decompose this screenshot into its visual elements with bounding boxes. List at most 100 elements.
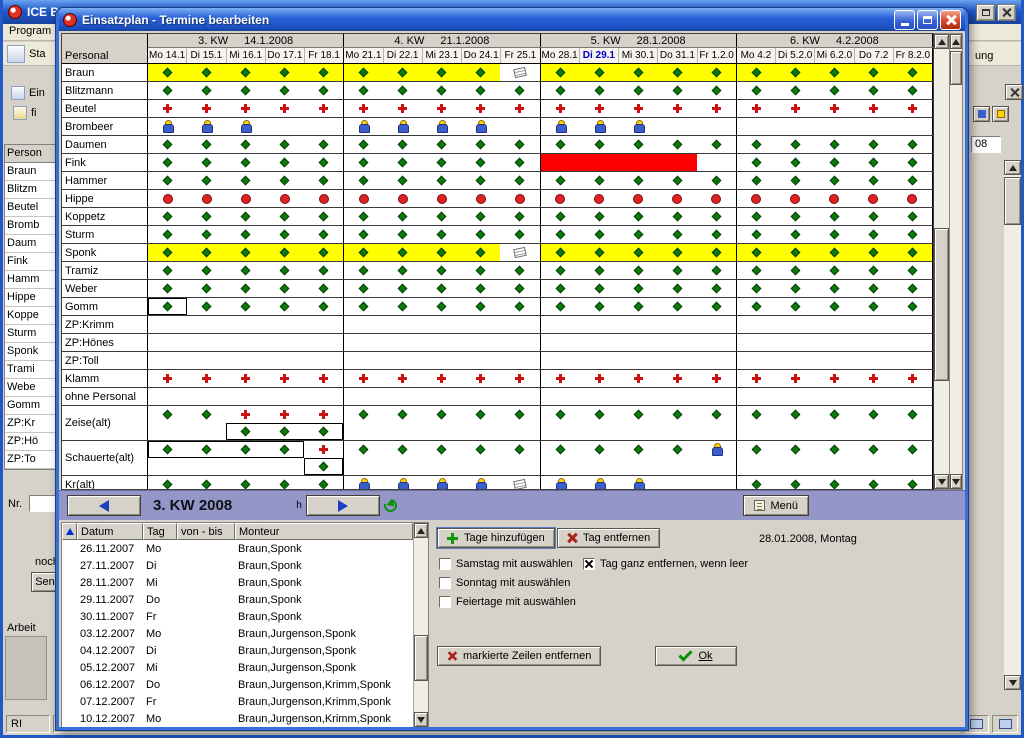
previous-week-button[interactable] — [67, 495, 141, 516]
grid-cell[interactable] — [148, 298, 187, 315]
grid-cell[interactable] — [658, 388, 697, 405]
scrollbar-trough[interactable] — [1004, 175, 1021, 675]
grid-cell[interactable] — [541, 136, 580, 153]
appointment-row[interactable]: 07.12.2007FrBraun,Jurgenson,Krimm,Sponk — [62, 693, 413, 710]
grid-cell[interactable] — [893, 423, 932, 440]
grid-cell[interactable] — [697, 190, 736, 207]
grid-cell[interactable] — [854, 64, 893, 81]
grid-cell[interactable] — [776, 82, 815, 99]
grid-cell[interactable] — [697, 316, 736, 333]
grid-cell[interactable] — [815, 298, 854, 315]
grid-cell[interactable] — [854, 334, 893, 351]
grid-cell[interactable] — [580, 458, 619, 475]
grid-cell[interactable] — [422, 172, 461, 189]
grid-cell[interactable] — [304, 406, 343, 423]
grid-cell[interactable] — [658, 190, 697, 207]
grid-cell[interactable] — [854, 441, 893, 458]
grid-cell[interactable] — [226, 370, 265, 387]
grid-cell[interactable] — [580, 441, 619, 458]
grid-cell[interactable] — [580, 82, 619, 99]
grid-cell[interactable] — [344, 388, 383, 405]
grid-vertical-scrollbar[interactable] — [934, 33, 950, 490]
grid-cell[interactable] — [226, 262, 265, 279]
grid-cell[interactable] — [658, 154, 697, 171]
grid-cell[interactable] — [619, 136, 658, 153]
grid-cell[interactable] — [893, 226, 932, 243]
grid-cell[interactable] — [461, 154, 500, 171]
day-header[interactable]: Do 24.1 — [461, 48, 500, 63]
grid-cell[interactable] — [148, 172, 187, 189]
grid-cell[interactable] — [304, 226, 343, 243]
grid-cell[interactable] — [541, 208, 580, 225]
grid-cell[interactable] — [580, 190, 619, 207]
grid-cell[interactable] — [500, 370, 539, 387]
grid-cell[interactable] — [461, 226, 500, 243]
grid-cell[interactable] — [893, 316, 932, 333]
grid-cell[interactable] — [265, 154, 304, 171]
grid-cell[interactable] — [461, 388, 500, 405]
personnel-row-label[interactable]: Fink — [62, 154, 148, 171]
day-header[interactable]: Fr 25.1 — [500, 48, 539, 63]
grid-cell[interactable] — [383, 476, 422, 489]
grid-cell[interactable] — [619, 190, 658, 207]
grid-cell[interactable] — [226, 316, 265, 333]
grid-cell[interactable] — [265, 118, 304, 135]
tab-einsatz[interactable]: Ein — [11, 86, 45, 100]
grid-cell[interactable] — [344, 316, 383, 333]
grid-cell[interactable] — [265, 370, 304, 387]
grid-cell[interactable] — [815, 280, 854, 297]
grid-cell[interactable] — [854, 154, 893, 171]
grid-cell[interactable] — [541, 370, 580, 387]
grid-cell[interactable] — [265, 244, 304, 261]
checkbox-tag-ganz-entfernen[interactable]: Tag ganz entfernen, wenn leer — [583, 558, 748, 570]
grid-cell[interactable] — [737, 244, 776, 261]
grid-cell[interactable] — [304, 352, 343, 369]
grid-cell[interactable] — [226, 476, 265, 489]
day-header[interactable]: Fr 8.2.0 — [893, 48, 932, 63]
grid-cell[interactable] — [893, 100, 932, 117]
grid-cell[interactable] — [815, 458, 854, 475]
grid-cell[interactable] — [776, 441, 815, 458]
grid-cell[interactable] — [383, 352, 422, 369]
grid-cell[interactable] — [148, 226, 187, 243]
personnel-row-label[interactable]: Brombeer — [62, 118, 148, 135]
grid-cell[interactable] — [776, 190, 815, 207]
grid-cell[interactable] — [776, 172, 815, 189]
grid-cell[interactable] — [854, 118, 893, 135]
grid-cell[interactable] — [580, 334, 619, 351]
grid-cell[interactable] — [541, 154, 580, 171]
grid-cell[interactable] — [580, 208, 619, 225]
grid-cell[interactable] — [383, 244, 422, 261]
grid-cell[interactable] — [541, 190, 580, 207]
grid-cell[interactable] — [619, 334, 658, 351]
grid-cell[interactable] — [422, 298, 461, 315]
grid-cell[interactable] — [226, 458, 265, 475]
personnel-row-label[interactable]: Hammer — [62, 172, 148, 189]
grid-cell[interactable] — [265, 136, 304, 153]
grid-cell[interactable] — [697, 226, 736, 243]
grid-cell[interactable] — [148, 476, 187, 489]
grid-cell[interactable] — [893, 190, 932, 207]
ok-button[interactable]: Ok — [655, 646, 737, 666]
personnel-row-label[interactable]: Beutel — [62, 100, 148, 117]
grid-cell[interactable] — [226, 352, 265, 369]
grid-cell[interactable] — [619, 352, 658, 369]
grid-cell[interactable] — [500, 262, 539, 279]
grid-cell[interactable] — [737, 82, 776, 99]
grid-cell[interactable] — [737, 208, 776, 225]
grid-cell[interactable] — [422, 316, 461, 333]
grid-cell[interactable] — [304, 82, 343, 99]
grid-cell[interactable] — [226, 244, 265, 261]
appointment-row[interactable]: 26.11.2007MoBraun,Sponk — [62, 540, 413, 557]
grid-cell[interactable] — [383, 100, 422, 117]
checkbox-feiertage[interactable]: Feiertage mit auswählen — [439, 596, 576, 608]
grid-cell[interactable] — [658, 334, 697, 351]
grid-cell[interactable] — [461, 100, 500, 117]
checkbox-sonntag[interactable]: Sonntag mit auswählen — [439, 577, 570, 589]
grid-cell[interactable] — [500, 298, 539, 315]
grid-cell[interactable] — [265, 82, 304, 99]
grid-cell[interactable] — [697, 172, 736, 189]
grid-cell[interactable] — [304, 423, 343, 440]
grid-cell[interactable] — [776, 406, 815, 423]
grid-cell[interactable] — [893, 298, 932, 315]
